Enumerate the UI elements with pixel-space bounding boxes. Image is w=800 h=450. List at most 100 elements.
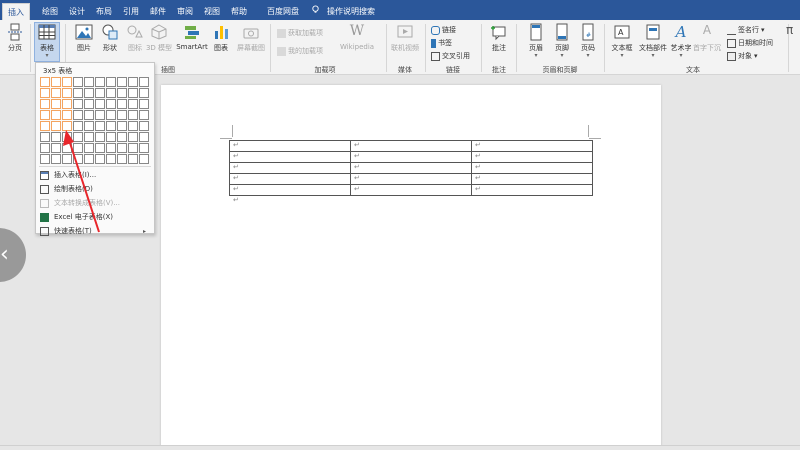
table-grid-cell[interactable] <box>128 154 138 164</box>
pictures-button[interactable]: 图片 <box>71 23 97 53</box>
excel-spreadsheet-item[interactable]: Excel 电子表格(X) <box>40 211 152 223</box>
table-grid-cell[interactable] <box>84 99 94 109</box>
table-grid-cell[interactable] <box>139 143 149 153</box>
table-grid-cell[interactable] <box>139 88 149 98</box>
online-video-button[interactable]: 联机视频 <box>390 23 420 53</box>
table-grid-cell[interactable] <box>117 154 127 164</box>
table-grid-cell[interactable] <box>62 77 72 87</box>
table-grid-cell[interactable] <box>51 99 61 109</box>
table-grid-cell[interactable] <box>51 110 61 120</box>
table-grid-cell[interactable] <box>40 132 50 142</box>
insert-table-item[interactable]: 插入表格(I)... <box>40 169 152 181</box>
table-grid-cell[interactable] <box>95 121 105 131</box>
table-grid-cell[interactable] <box>106 154 116 164</box>
table-grid-cell[interactable] <box>84 77 94 87</box>
table-grid-cell[interactable] <box>95 77 105 87</box>
table-grid-cell[interactable] <box>106 143 116 153</box>
table-grid-cell[interactable] <box>106 121 116 131</box>
table-grid-cell[interactable] <box>62 132 72 142</box>
signature-line-button[interactable]: 签名行 ▾ <box>727 24 765 36</box>
wordart-button[interactable]: A 艺术字 ▾ <box>668 23 694 59</box>
table-grid-cell[interactable] <box>51 77 61 87</box>
drop-cap-button[interactable]: A 首字下沉 <box>693 23 721 53</box>
table-size-grid[interactable] <box>40 77 149 164</box>
date-time-button[interactable]: 日期和时间 <box>727 37 773 49</box>
screenshot-button[interactable]: 屏幕截图 <box>236 23 266 53</box>
page-break-button[interactable]: 分页 <box>2 23 28 53</box>
table-grid-cell[interactable] <box>51 88 61 98</box>
tab-draw[interactable]: 绘图 <box>37 3 63 20</box>
table-grid-cell[interactable] <box>128 143 138 153</box>
table-grid-cell[interactable] <box>51 132 61 142</box>
tab-references[interactable]: 引用 <box>118 3 144 20</box>
table-grid-cell[interactable] <box>73 99 83 109</box>
tab-baidu-netdisk[interactable]: 百度网盘 <box>262 3 304 20</box>
icons-button[interactable]: 图标 <box>122 23 148 53</box>
object-button[interactable]: 对象 ▾ <box>727 50 758 62</box>
page-number-button[interactable]: # 页码 ▾ <box>575 23 601 59</box>
table-grid-cell[interactable] <box>128 88 138 98</box>
tab-layout[interactable]: 布局 <box>91 3 117 20</box>
table-grid-cell[interactable] <box>95 143 105 153</box>
table-grid-cell[interactable] <box>139 132 149 142</box>
tab-review[interactable]: 审阅 <box>172 3 198 20</box>
table-grid-cell[interactable] <box>84 143 94 153</box>
table-grid-cell[interactable] <box>40 99 50 109</box>
table-grid-cell[interactable] <box>40 143 50 153</box>
table-cell[interactable]: ↵ <box>350 140 472 152</box>
table-grid-cell[interactable] <box>128 132 138 142</box>
table-grid-cell[interactable] <box>40 121 50 131</box>
table-cell[interactable]: ↵ <box>229 173 351 185</box>
text-box-button[interactable]: A 文本框 ▾ <box>609 23 635 59</box>
tab-mailings[interactable]: 邮件 <box>145 3 171 20</box>
table-grid-cell[interactable] <box>139 99 149 109</box>
table-cell[interactable]: ↵ <box>229 151 351 163</box>
table-cell[interactable]: ↵ <box>350 173 472 185</box>
table-grid-cell[interactable] <box>51 143 61 153</box>
table-grid-cell[interactable] <box>128 99 138 109</box>
table-cell[interactable]: ↵ <box>471 173 593 185</box>
table-grid-cell[interactable] <box>73 121 83 131</box>
table-grid-cell[interactable] <box>73 88 83 98</box>
tell-me-search[interactable]: 操作说明搜索 <box>322 3 380 20</box>
back-button-overlay[interactable]: ‹ <box>0 228 26 282</box>
cross-reference-button[interactable]: 交叉引用 <box>431 50 470 62</box>
table-cell[interactable]: ↵ <box>229 140 351 152</box>
table-grid-cell[interactable] <box>117 110 127 120</box>
quick-tables-item[interactable]: 快速表格(T) ▸ <box>40 225 152 237</box>
table-grid-cell[interactable] <box>117 88 127 98</box>
table-grid-cell[interactable] <box>62 121 72 131</box>
table-grid-cell[interactable] <box>106 110 116 120</box>
3d-models-button[interactable]: 3D 模型 <box>146 23 172 53</box>
bookmark-button[interactable]: 书签 <box>431 37 452 49</box>
table-grid-cell[interactable] <box>128 110 138 120</box>
table-grid-cell[interactable] <box>106 99 116 109</box>
table-grid-cell[interactable] <box>117 99 127 109</box>
header-button[interactable]: 页眉 ▾ <box>523 23 549 59</box>
table-grid-cell[interactable] <box>84 121 94 131</box>
smartart-button[interactable]: SmartArt <box>176 23 208 51</box>
table-grid-cell[interactable] <box>117 121 127 131</box>
table-grid-cell[interactable] <box>73 77 83 87</box>
table-cell[interactable]: ↵ <box>471 140 593 152</box>
tab-design[interactable]: 设计 <box>64 3 90 20</box>
table-grid-cell[interactable] <box>139 110 149 120</box>
quick-parts-button[interactable]: 文档部件 ▾ <box>639 23 667 59</box>
table-grid-cell[interactable] <box>40 88 50 98</box>
table-grid-cell[interactable] <box>62 143 72 153</box>
table-grid-cell[interactable] <box>62 99 72 109</box>
table-grid-cell[interactable] <box>117 77 127 87</box>
table-grid-cell[interactable] <box>84 132 94 142</box>
table-cell[interactable]: ↵ <box>471 162 593 174</box>
tab-help[interactable]: 帮助 <box>226 3 252 20</box>
table-grid-cell[interactable] <box>117 132 127 142</box>
table-grid-cell[interactable] <box>139 77 149 87</box>
table-grid-cell[interactable] <box>73 143 83 153</box>
table-grid-cell[interactable] <box>95 99 105 109</box>
get-addins-button[interactable]: 获取加载项 <box>277 27 323 39</box>
table-grid-cell[interactable] <box>84 110 94 120</box>
my-addins-button[interactable]: 我的加载项 <box>277 45 323 57</box>
wikipedia-button[interactable]: W Wikipedia <box>340 23 374 51</box>
table-grid-cell[interactable] <box>73 132 83 142</box>
draw-table-item[interactable]: 绘制表格(D) <box>40 183 152 195</box>
